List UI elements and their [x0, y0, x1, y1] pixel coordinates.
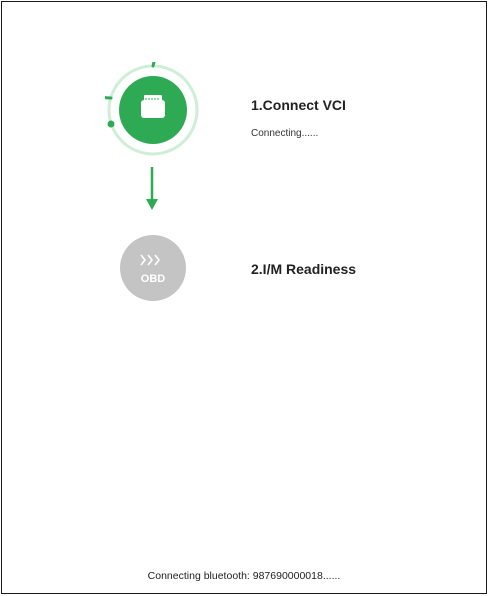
step-1-icon	[65, 8, 201, 158]
step-2-title: 2.I/M Readiness	[251, 261, 357, 277]
step-2-icon: OBD	[120, 235, 186, 301]
app-frame: 1.Connect VCI Connecting...... OBD 2.I/M…	[1, 1, 487, 594]
arrow-down-icon	[145, 167, 159, 211]
step-1-status: Connecting......	[251, 128, 319, 139]
obd-icon: OBD	[120, 235, 186, 301]
step-1-title: 1.Connect VCI	[251, 97, 346, 113]
vci-connector-icon	[65, 8, 199, 156]
bluetooth-status: Connecting bluetooth: 987690000018......	[147, 570, 341, 582]
obd-icon-label: OBD	[141, 273, 166, 285]
